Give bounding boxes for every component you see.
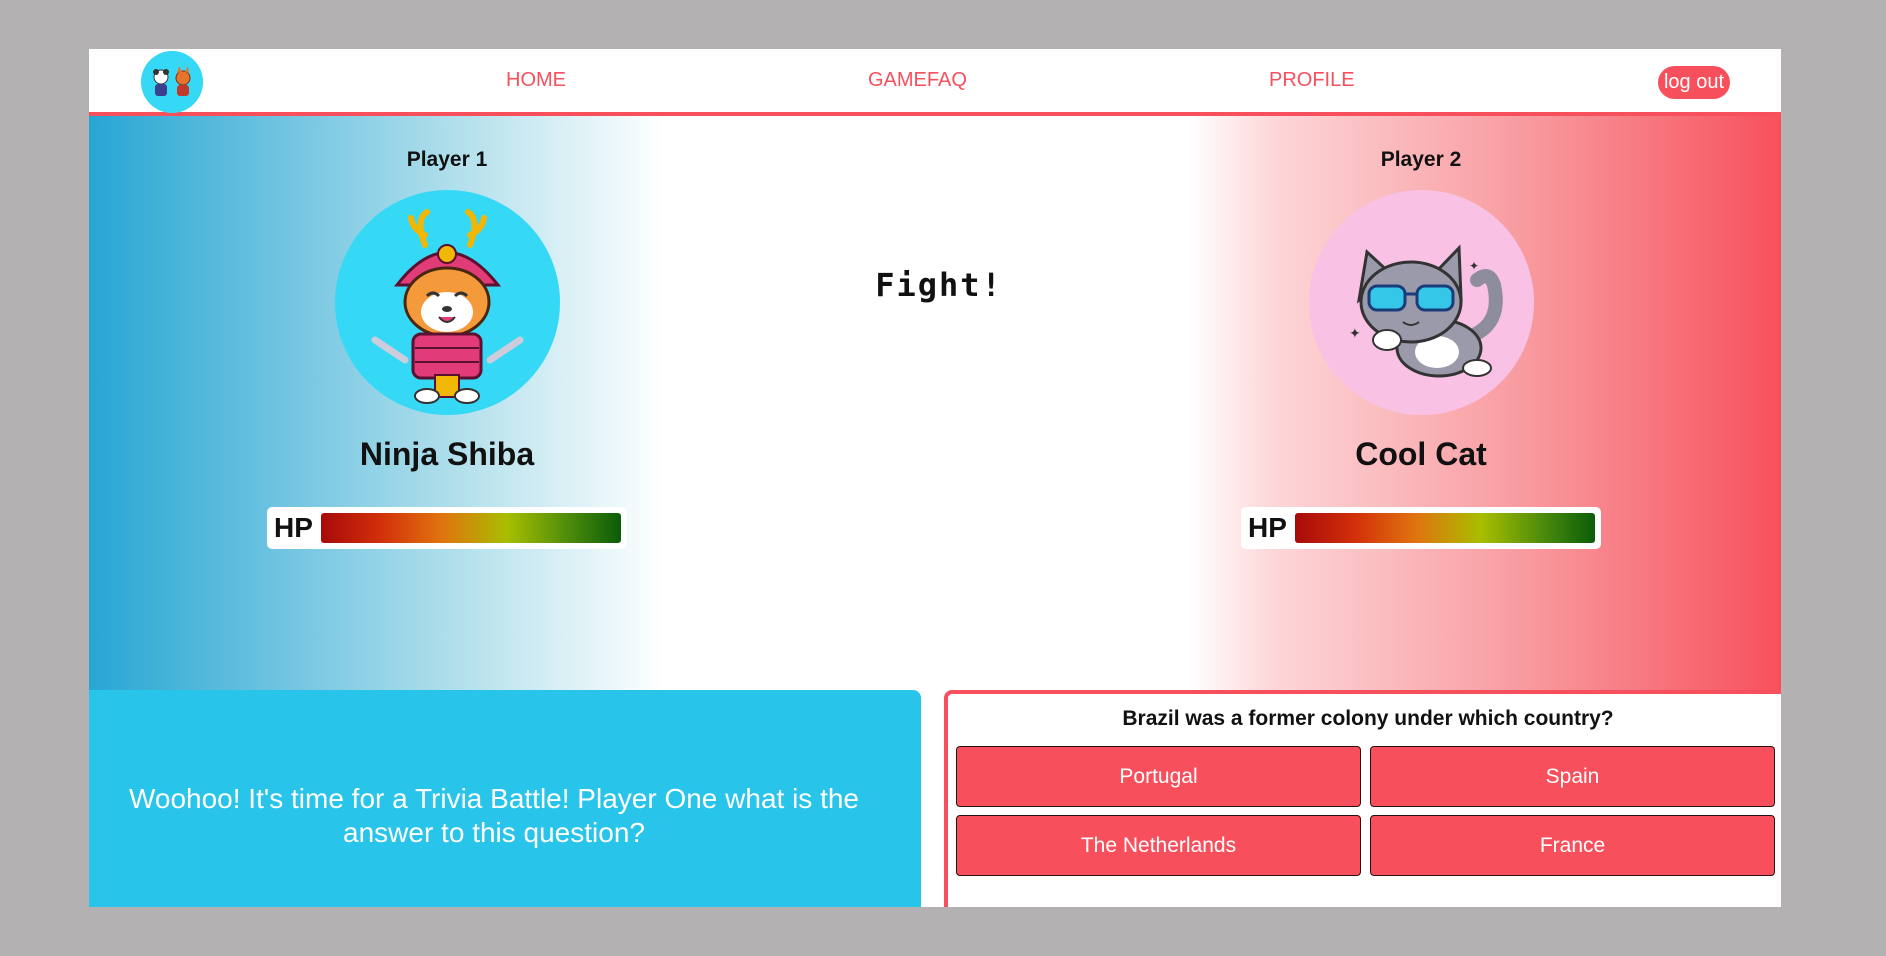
app-window: HOME GAMEFAQ PROFILE log out Player 1 Ni… [89,49,1781,907]
nav-profile-link[interactable]: PROFILE [1269,69,1355,92]
shiba-samurai-icon [371,209,524,404]
player1-hp-box: HP [267,507,627,549]
battle-arena: Player 1 Ninja Shiba HP Fight! Player 2 … [89,116,1781,907]
question-panel: Brazil was a former colony under which c… [944,690,1781,907]
player1-name: Ninja Shiba [359,436,535,472]
nav-gamefaq-link[interactable]: GAMEFAQ [868,69,967,92]
fight-status: Fight! [875,266,1003,304]
answer-button-france[interactable]: France [1370,815,1775,876]
answer-button-netherlands[interactable]: The Netherlands [956,815,1361,876]
player2-hp-bar [1295,513,1595,543]
player1-avatar [335,190,560,415]
player2-hp-box: HP [1241,507,1601,549]
answer-button-spain[interactable]: Spain [1370,746,1775,807]
question-text: Brazil was a former colony under which c… [1122,707,1614,730]
svg-text:✦: ✦ [1349,326,1361,342]
player1-hp-label: HP [274,512,313,543]
top-navbar: HOME GAMEFAQ PROFILE log out [89,49,1781,116]
player2-name: Cool Cat [1355,436,1487,472]
svg-text:✦: ✦ [1469,259,1479,273]
player2-avatar: ✦ ✦ [1309,190,1534,415]
logo-icon[interactable] [141,51,203,113]
narration-panel: Woohoo! It's time for a Trivia Battle! P… [89,690,921,907]
player1-hp-bar [321,513,621,543]
cool-cat-icon: ✦ ✦ [1349,244,1503,378]
player2-label: Player 2 [1380,148,1462,171]
player2-hp-label: HP [1248,512,1287,543]
player1-label: Player 1 [406,148,488,171]
nav-home-link[interactable]: HOME [506,69,566,92]
logout-button[interactable]: log out [1658,66,1730,99]
answer-button-portugal[interactable]: Portugal [956,746,1361,807]
narration-text: Woohoo! It's time for a Trivia Battle! P… [128,783,860,848]
